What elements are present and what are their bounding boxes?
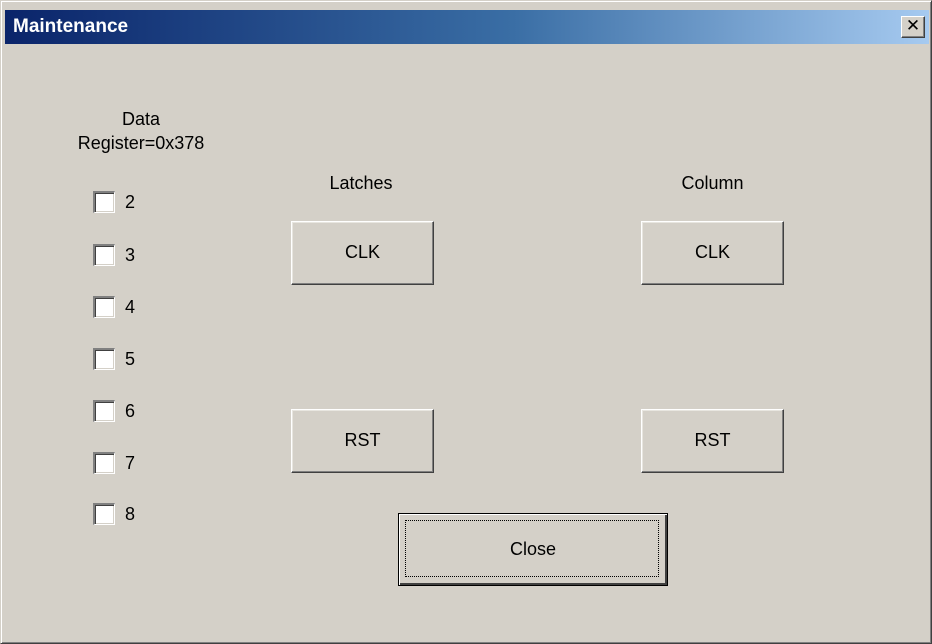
checkbox-box[interactable] xyxy=(93,452,115,474)
checkbox-bit-8[interactable]: 8 xyxy=(93,503,153,527)
latches-heading: Latches xyxy=(329,173,393,193)
checkbox-label: 4 xyxy=(125,297,136,317)
checkbox-bit-5[interactable]: 5 xyxy=(93,348,153,372)
checkbox-box[interactable] xyxy=(93,400,115,422)
register-label: Register=0x378 xyxy=(77,133,205,153)
checkbox-box[interactable] xyxy=(93,244,115,266)
checkbox-label: 8 xyxy=(125,504,136,524)
checkbox-box[interactable] xyxy=(93,191,115,213)
latches-rst-button[interactable]: RST xyxy=(291,409,434,473)
close-button-label: Close xyxy=(509,539,557,559)
checkbox-box[interactable] xyxy=(93,296,115,318)
checkbox-label: 3 xyxy=(125,245,136,265)
data-label: Data xyxy=(121,109,161,129)
checkbox-label: 5 xyxy=(125,349,136,369)
checkbox-label: 2 xyxy=(125,192,136,212)
checkbox-bit-2[interactable]: 2 xyxy=(93,191,153,215)
checkbox-label: 7 xyxy=(125,453,136,473)
checkbox-bit-6[interactable]: 6 xyxy=(93,400,153,424)
column-clk-button[interactable]: CLK xyxy=(641,221,784,285)
maintenance-dialog: Maintenance ✕ Data Register=0x378 2 3 4 … xyxy=(0,0,932,644)
close-button[interactable]: Close xyxy=(398,513,668,586)
title-bar[interactable]: Maintenance ✕ xyxy=(5,10,929,44)
close-icon[interactable]: ✕ xyxy=(901,16,925,38)
checkbox-bit-3[interactable]: 3 xyxy=(93,244,153,268)
checkbox-label: 6 xyxy=(125,401,136,421)
checkbox-box[interactable] xyxy=(93,503,115,525)
latches-clk-button[interactable]: CLK xyxy=(291,221,434,285)
checkbox-box[interactable] xyxy=(93,348,115,370)
checkbox-bit-4[interactable]: 4 xyxy=(93,296,153,320)
column-rst-button[interactable]: RST xyxy=(641,409,784,473)
column-heading: Column xyxy=(681,173,744,193)
window-title: Maintenance xyxy=(13,16,129,37)
checkbox-bit-7[interactable]: 7 xyxy=(93,452,153,476)
